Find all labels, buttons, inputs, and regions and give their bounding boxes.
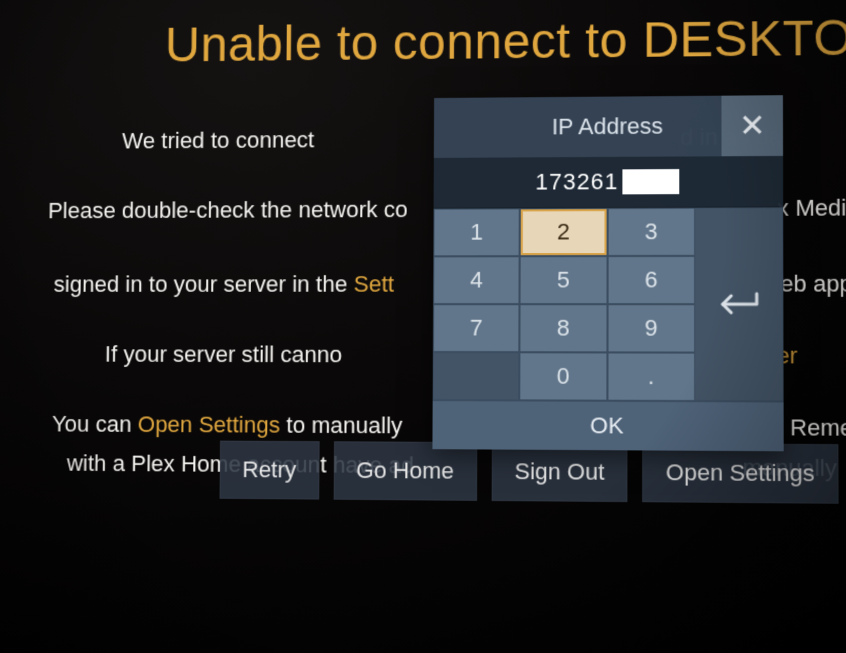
keypad-8[interactable]: 8 — [520, 304, 607, 352]
keypad-blank — [433, 352, 520, 400]
close-icon: ✕ — [739, 107, 766, 144]
text-cursor — [623, 169, 680, 194]
body-line-4b: to manually — [280, 412, 403, 439]
body-line-3a: If your server still canno — [105, 341, 342, 367]
keypad-dot[interactable]: . — [607, 352, 695, 401]
keypad-5[interactable]: 5 — [520, 256, 607, 304]
body-line-2a: Please double-check the network co — [48, 196, 408, 223]
keypad-0[interactable]: 0 — [520, 352, 608, 401]
body-line-4a: You can — [52, 411, 138, 437]
keypad-7[interactable]: 7 — [433, 304, 520, 352]
body-line-2c: signed in to your server in the — [54, 271, 354, 297]
open-settings-link[interactable]: Open Settings — [138, 411, 281, 438]
open-settings-button[interactable]: Open Settings — [643, 443, 839, 504]
retry-button[interactable]: Retry — [220, 441, 320, 500]
dialog-title: IP Address — [552, 113, 663, 141]
keypad-1[interactable]: 1 — [433, 208, 520, 256]
error-title: Unable to connect to DESKTOP-I — [165, 9, 846, 74]
ip-address-value: 173261 — [535, 168, 618, 195]
sign-out-button[interactable]: Sign Out — [491, 442, 627, 502]
keypad-6[interactable]: 6 — [607, 256, 695, 304]
go-home-button[interactable]: Go Home — [333, 441, 477, 501]
settings-link[interactable]: Sett — [354, 271, 395, 297]
dialog-close-button[interactable]: ✕ — [721, 95, 783, 156]
keypad-ok-button[interactable]: OK — [432, 400, 783, 451]
keypad-4[interactable]: 4 — [433, 256, 520, 304]
ip-address-input[interactable]: 173261 — [434, 156, 784, 208]
keypad-9[interactable]: 9 — [607, 304, 695, 352]
keypad-3[interactable]: 3 — [607, 208, 695, 256]
keypad-2[interactable]: 2 — [520, 208, 607, 256]
body-line-1a: We tried to connect — [122, 127, 314, 154]
ip-address-dialog: IP Address ✕ 173261 1 2 3 4 5 6 7 8 9 0 … — [432, 95, 783, 451]
enter-icon — [716, 289, 761, 319]
keypad-enter-button[interactable] — [695, 207, 783, 401]
